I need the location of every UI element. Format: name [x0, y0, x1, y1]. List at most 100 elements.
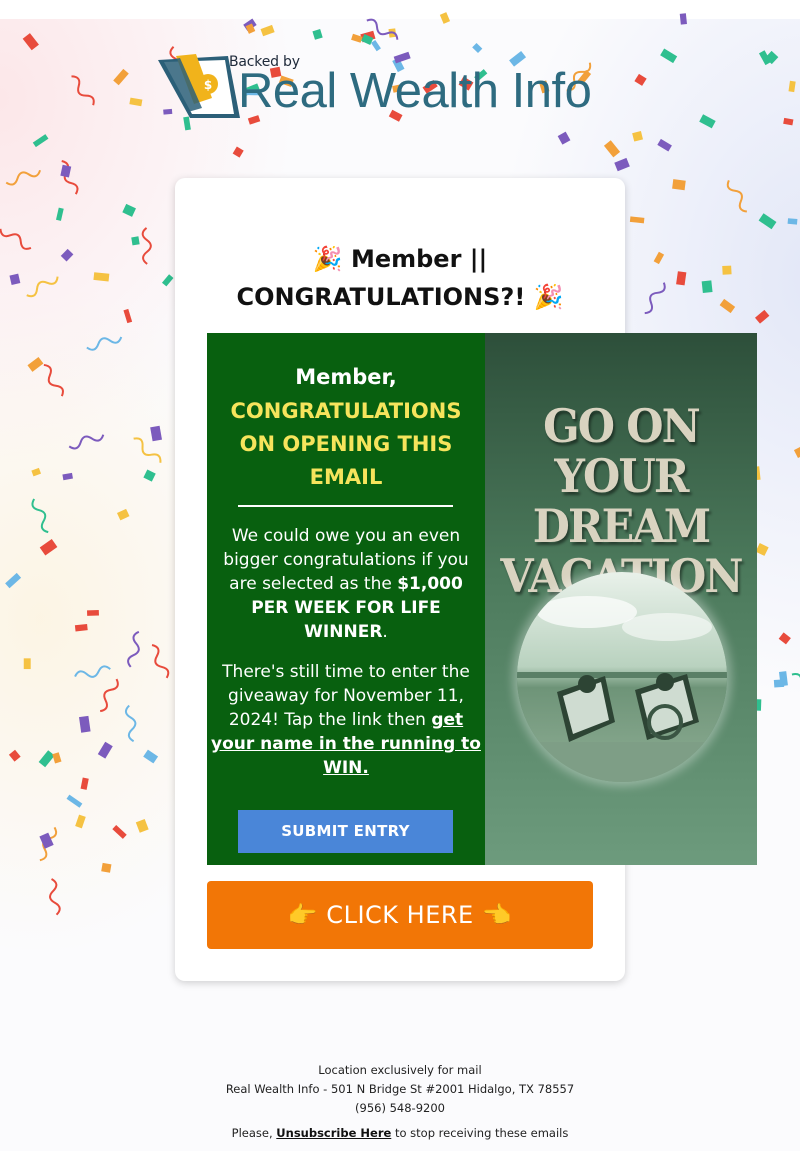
confetti-piece	[788, 80, 796, 93]
promo-greeting: Member,	[295, 365, 397, 389]
footer-phone: (956) 548-9200	[355, 1101, 445, 1115]
vacation-image: GO ON YOUR DREAM VACATION	[485, 333, 757, 865]
confetti-piece	[151, 644, 170, 679]
confetti-piece	[62, 472, 73, 481]
confetti-piece	[23, 658, 31, 670]
promo-paragraph-1: We could owe you an even bigger congratu…	[217, 524, 475, 644]
confetti-piece	[75, 814, 86, 829]
headline-line-1: 🎉 Member ||	[312, 245, 488, 273]
confetti-piece	[672, 179, 686, 191]
confetti-piece	[793, 446, 800, 459]
confetti-piece	[679, 13, 687, 25]
confetti-piece	[150, 425, 162, 442]
confetti-piece	[68, 434, 105, 450]
confetti-piece	[141, 227, 152, 265]
confetti-piece	[783, 117, 794, 126]
confetti-piece	[644, 282, 666, 315]
confetti-piece	[778, 632, 791, 645]
confetti-piece	[60, 248, 74, 262]
confetti-piece	[439, 12, 451, 24]
logo-name: Real Wealth Info	[238, 64, 592, 118]
confetti-piece	[127, 630, 140, 668]
confetti-piece	[143, 749, 159, 764]
promo-banner[interactable]: Member, CONGRATULATIONS ON OPENING THIS …	[207, 333, 757, 865]
confetti-piece	[5, 169, 42, 186]
wallet-logo-icon: $	[158, 54, 240, 118]
confetti-piece	[39, 539, 58, 556]
confetti-piece	[101, 862, 112, 873]
confetti-piece	[773, 679, 785, 688]
confetti-piece	[74, 665, 111, 678]
footer-address: Real Wealth Info - 501 N Bridge St #2001…	[225, 1082, 575, 1096]
confetti-piece	[131, 236, 140, 246]
confetti-piece	[61, 160, 79, 195]
submit-entry-button[interactable]: SUBMIT ENTRY	[238, 810, 453, 853]
confetti-piece	[629, 216, 645, 224]
footer-location: Location exclusively for mail	[318, 1063, 482, 1077]
confetti-piece	[719, 298, 736, 314]
unsubscribe-link[interactable]: Unsubscribe Here	[276, 1126, 391, 1140]
confetti-piece	[113, 68, 129, 86]
promo-congrats: CONGRATULATIONS ON OPENING THIS EMAIL	[230, 399, 462, 489]
promo-p1-end: .	[382, 622, 388, 642]
confetti-piece	[27, 357, 44, 372]
confetti-piece	[99, 678, 119, 713]
unsub-prefix: Please,	[231, 1126, 277, 1140]
confetti-piece	[112, 824, 127, 839]
brand-logo: $ Backed by Real Wealth Info	[150, 48, 600, 124]
confetti-piece	[129, 97, 143, 107]
confetti-piece	[71, 75, 95, 106]
confetti-piece	[653, 251, 665, 265]
svg-text:$: $	[204, 78, 212, 92]
confetti-piece	[74, 623, 88, 632]
confetti-piece	[55, 207, 64, 221]
confetti-piece	[722, 265, 732, 275]
confetti-piece	[135, 819, 149, 833]
confetti-piece	[31, 467, 42, 477]
confetti-piece	[614, 157, 630, 172]
confetti-piece	[5, 572, 22, 589]
confetti-piece	[49, 878, 61, 916]
confetti-piece	[86, 336, 123, 351]
confetti-piece	[31, 498, 49, 534]
beach-scene-icon	[517, 572, 727, 782]
confetti-piece	[754, 309, 770, 324]
confetti-piece	[66, 794, 83, 808]
confetti-piece	[758, 213, 777, 230]
confetti-piece	[557, 131, 571, 145]
promo-paragraph-2: There's still time to enter the giveaway…	[209, 660, 483, 780]
confetti-piece	[787, 218, 798, 225]
confetti-piece	[699, 114, 716, 129]
confetti-piece	[22, 33, 39, 51]
beach-chairs-photo	[517, 572, 727, 782]
confetti-piece	[232, 146, 244, 158]
footer-unsubscribe: Please, Unsubscribe Here to stop receivi…	[0, 1126, 800, 1140]
promo-text-panel: Member, CONGRATULATIONS ON OPENING THIS …	[207, 333, 485, 865]
confetti-piece	[0, 228, 32, 250]
confetti-piece	[124, 704, 137, 743]
confetti-piece	[634, 73, 647, 86]
confetti-piece	[791, 672, 800, 697]
confetti-piece	[8, 749, 21, 762]
confetti-piece	[260, 24, 275, 37]
confetti-piece	[122, 203, 136, 217]
confetti-piece	[632, 131, 643, 142]
confetti-piece	[97, 741, 113, 759]
click-here-button[interactable]: 👉 CLICK HERE 👈	[207, 881, 593, 949]
headline-line-2: CONGRATULATIONS?! 🎉	[236, 283, 564, 311]
confetti-piece	[80, 777, 89, 790]
confetti-piece	[603, 140, 621, 158]
confetti-piece	[60, 164, 72, 178]
confetti-piece	[123, 308, 133, 324]
confetti-piece	[26, 276, 59, 298]
unsub-suffix: to stop receiving these emails	[391, 1126, 569, 1140]
confetti-piece	[32, 134, 49, 148]
confetti-piece	[86, 610, 99, 616]
confetti-piece	[161, 274, 174, 287]
confetti-piece	[79, 715, 91, 733]
promo-divider	[238, 505, 453, 507]
confetti-piece	[657, 138, 672, 152]
email-headline: 🎉 Member || CONGRATULATIONS?! 🎉	[175, 240, 625, 316]
confetti-piece	[38, 750, 55, 768]
confetti-piece	[39, 832, 54, 849]
